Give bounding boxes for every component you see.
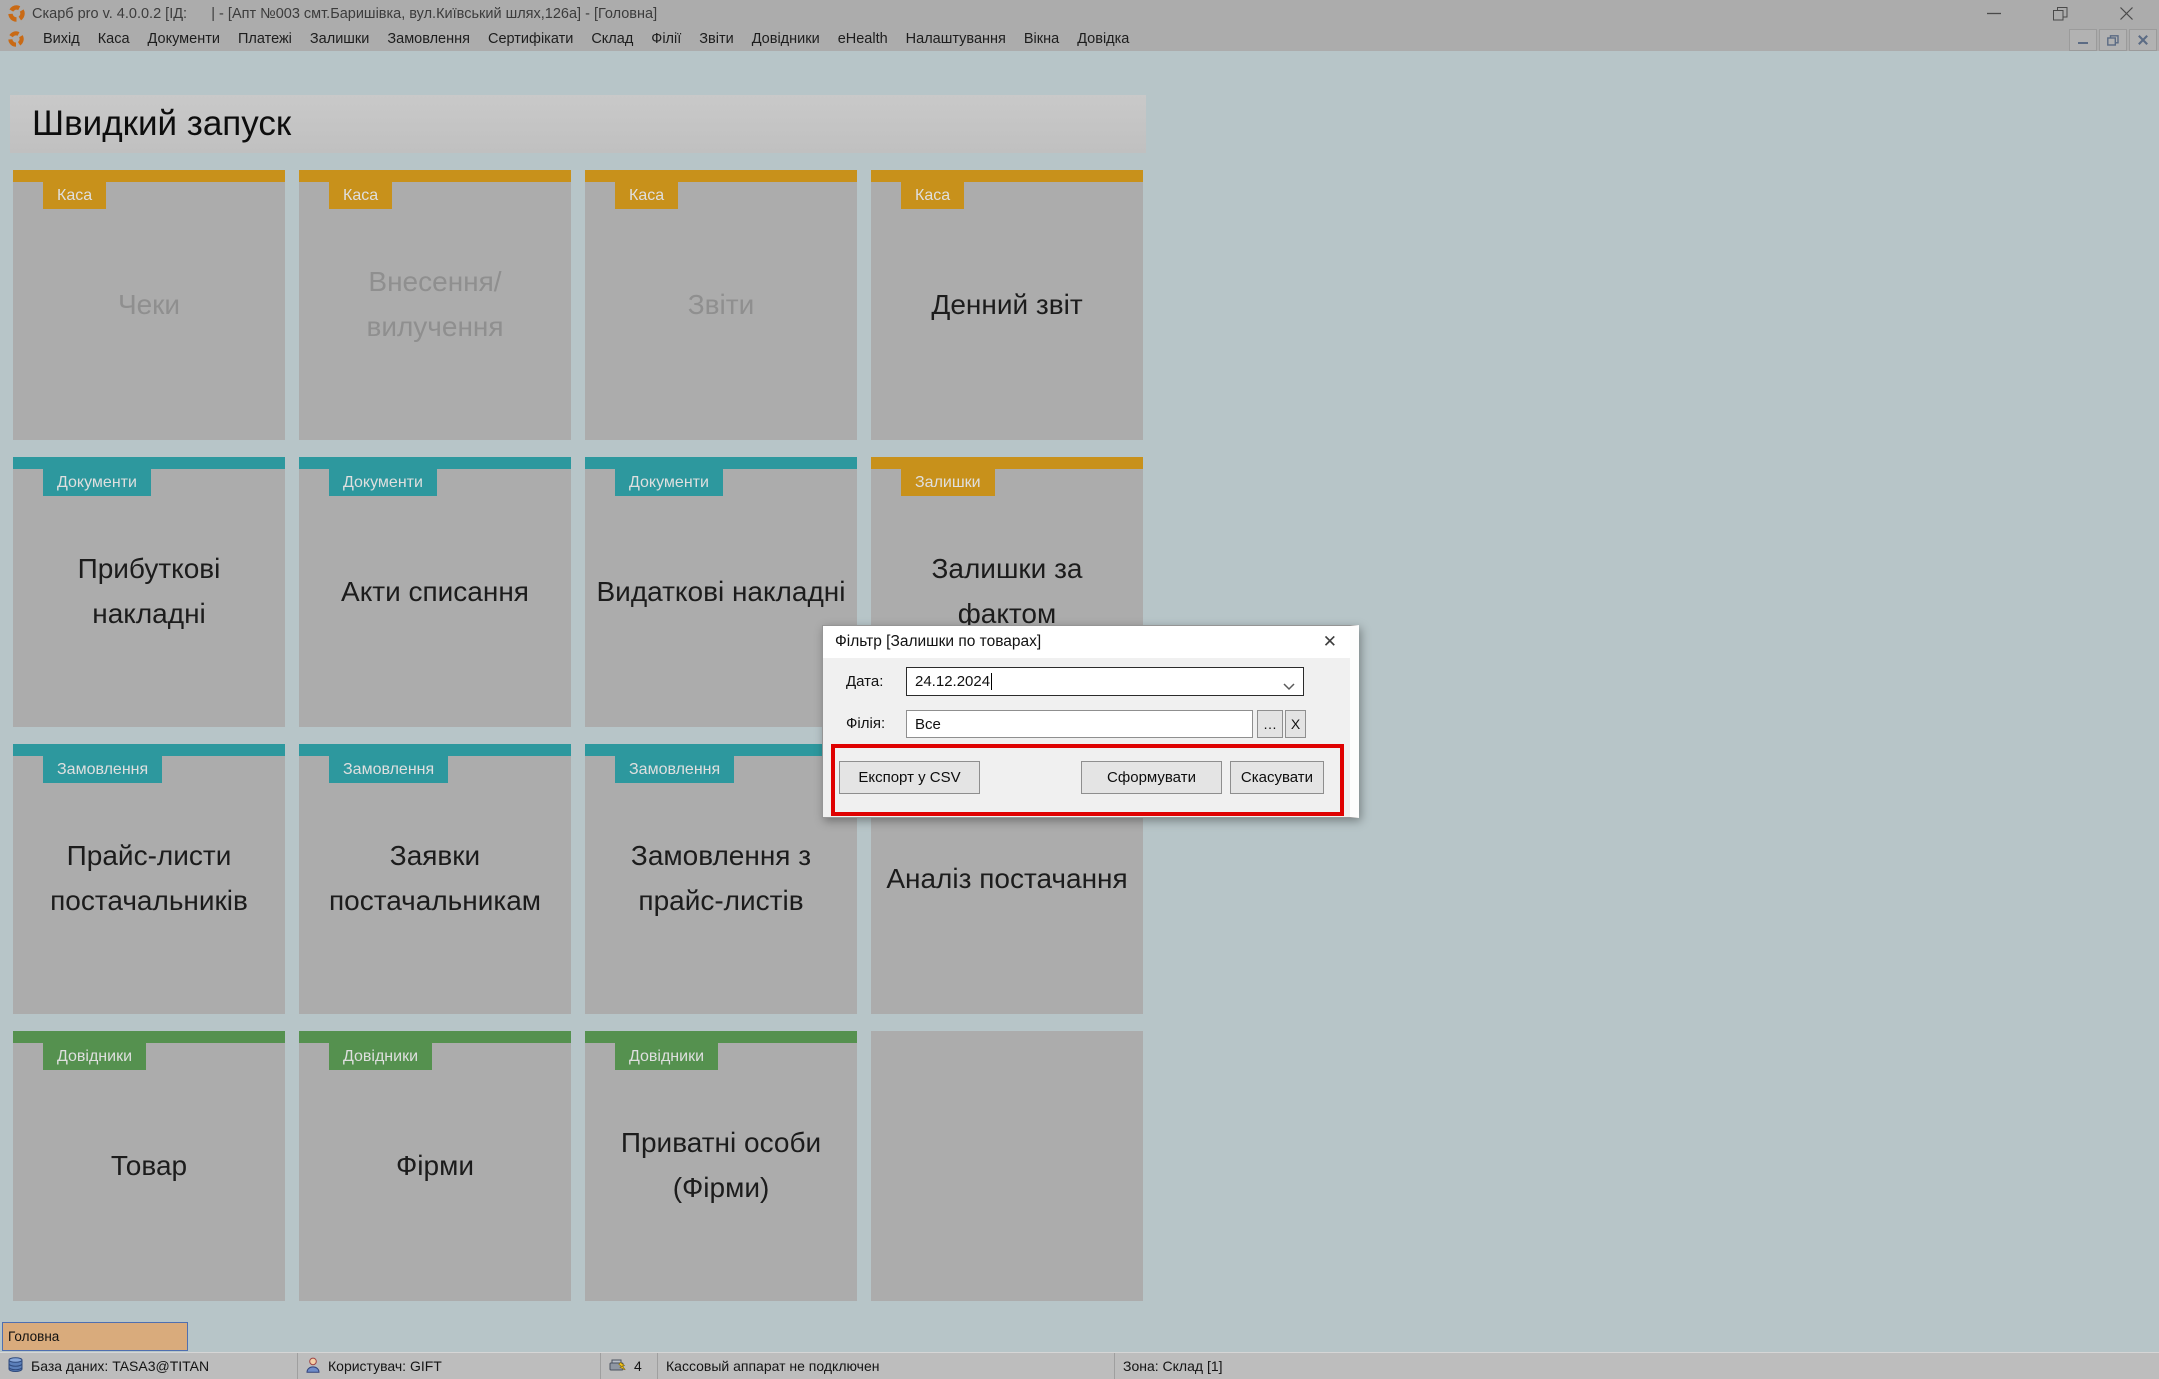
date-label: Дата: (846, 673, 884, 690)
chevron-down-icon[interactable] (1283, 678, 1295, 695)
branch-input[interactable]: Все (906, 710, 1253, 738)
status-register-message-text: Кассовый аппарат не подключен (666, 1358, 880, 1374)
menu-app-logo-icon (8, 31, 24, 47)
filter-dialog: Фільтр [Залишки по товарах] ✕ Дата: 24.1… (822, 625, 1359, 818)
app-logo-icon (8, 5, 25, 22)
status-zone-text: Зона: Склад [1] (1123, 1358, 1223, 1374)
status-database: База даних: TASA3@TITAN (0, 1353, 298, 1379)
tile-label: Видаткові накладні (596, 575, 846, 607)
quick-launch-tile-8[interactable]: Замовлення Прайс-листи постачальників (13, 744, 285, 1014)
menu-item-2[interactable]: Документи (139, 29, 229, 49)
dialog-close-icon[interactable]: ✕ (1323, 633, 1337, 650)
tile-label: Заявки постачальникам (328, 840, 542, 916)
status-user-text: Користувач: GIFT (328, 1358, 442, 1374)
menu-item-13[interactable]: Вікна (1015, 29, 1068, 49)
menu-item-12[interactable]: Налаштування (897, 29, 1015, 49)
cancel-button[interactable]: Скасувати (1230, 761, 1324, 794)
branch-clear-button[interactable]: X (1285, 710, 1306, 738)
menu-item-0[interactable]: Вихід (34, 29, 89, 49)
menu-item-9[interactable]: Звіти (690, 29, 742, 49)
window-title: Скарб pro v. 4.0.0.2 [ІД: | - [Апт №003 … (32, 5, 658, 22)
menu-item-7[interactable]: Склад (582, 29, 642, 49)
menu-item-3[interactable]: Платежі (229, 29, 301, 49)
tab-home[interactable]: Головна (2, 1322, 188, 1351)
quick-launch-tile-2[interactable]: Каса Звіти (585, 170, 857, 440)
tile-label: Чеки (117, 288, 181, 320)
menu-item-10[interactable]: Довідники (743, 29, 829, 49)
status-zone: Зона: Склад [1] (1115, 1353, 2159, 1379)
branch-browse-button[interactable]: … (1257, 710, 1283, 738)
status-database-text: База даних: TASA3@TITAN (31, 1358, 210, 1374)
quick-launch-tile-14[interactable]: Довідники Приватні особи (Фірми) (585, 1031, 857, 1301)
application-window: Скарб pro v. 4.0.0.2 [ІД: | - [Апт №003 … (0, 0, 2159, 1379)
quick-launch-tile-1[interactable]: Каса Внесення/вилучення (299, 170, 571, 440)
mdi-minimize-icon[interactable] (2069, 29, 2097, 51)
menu-item-4[interactable]: Залишки (301, 29, 378, 49)
status-user: Користувач: GIFT (298, 1353, 601, 1379)
tile-label: Прибуткові накладні (77, 553, 221, 629)
tile-label: Замовлення з прайс-листів (630, 840, 812, 916)
date-combobox[interactable]: 24.12.2024 (906, 667, 1304, 696)
tile-label: Фірми (396, 1149, 474, 1181)
status-register-count-text: 4 (634, 1358, 642, 1374)
menu-item-11[interactable]: eHealth (829, 29, 897, 49)
text-caret (991, 673, 993, 690)
tile-label: Прайс-листи постачальників (50, 840, 248, 916)
quick-launch-tile-4[interactable]: Документи Прибуткові накладні (13, 457, 285, 727)
menu-items: Вихід Каса Документи Платежі Залишки Замовлен… (34, 29, 1138, 49)
branch-value: Все (915, 715, 941, 733)
quick-launch-tile-5[interactable]: Документи Акти списання (299, 457, 571, 727)
generate-button[interactable]: Сформувати (1081, 761, 1222, 794)
mdi-close-icon[interactable] (2129, 29, 2157, 51)
user-icon (306, 1357, 320, 1376)
menu-bar: Вихід Каса Документи Платежі Залишки Замовлен… (0, 27, 2159, 51)
minimize-icon[interactable] (1961, 0, 2027, 27)
database-icon (8, 1356, 23, 1376)
dialog-title: Фільтр [Залишки по товарах] (823, 626, 1350, 658)
window-controls (1961, 0, 2159, 27)
branch-label: Філія: (846, 715, 886, 732)
tile-label: Товар (110, 1149, 188, 1181)
menu-item-6[interactable]: Сертифікати (479, 29, 582, 49)
quick-launch-tile-6[interactable]: Документи Видаткові накладні (585, 457, 857, 727)
menu-item-14[interactable]: Довідка (1068, 29, 1138, 49)
mdi-window-controls (2069, 29, 2157, 51)
quick-launch-tile-0[interactable]: Каса Чеки (13, 170, 285, 440)
menu-item-8[interactable]: Філії (642, 29, 690, 49)
menu-item-1[interactable]: Каса (89, 29, 139, 49)
quick-launch-tile-9[interactable]: Замовлення Заявки постачальникам (299, 744, 571, 1014)
export-csv-button[interactable]: Експорт у CSV (839, 761, 980, 794)
menu-item-5[interactable]: Замовлення (378, 29, 479, 49)
title-bar: Скарб pro v. 4.0.0.2 [ІД: | - [Апт №003 … (0, 0, 2159, 27)
quick-launch-tile-12[interactable]: Довідники Товар (13, 1031, 285, 1301)
quick-launch-tile-10[interactable]: Замовлення Замовлення з прайс-листів (585, 744, 857, 1014)
close-icon[interactable] (2093, 0, 2159, 27)
tile-label: Акти списання (341, 575, 529, 607)
quick-launch-tile-13[interactable]: Довідники Фірми (299, 1031, 571, 1301)
tile-label: Внесення/вилучення (366, 266, 504, 342)
page-title: Швидкий запуск (10, 95, 1146, 153)
date-value: 24.12.2024 (915, 673, 991, 690)
tile-label: Звіти (687, 288, 755, 320)
mdi-restore-icon[interactable] (2099, 29, 2127, 51)
status-register-message: Кассовый аппарат не подключен (658, 1353, 1115, 1379)
restore-icon[interactable] (2027, 0, 2093, 27)
empty-tile (871, 1031, 1143, 1301)
cash-register-icon (609, 1357, 626, 1376)
status-bar: База даних: TASA3@TITAN Користувач: GIFT… (0, 1352, 2159, 1379)
tile-label: Денний звіт (931, 288, 1083, 320)
tile-label: Приватні особи (Фірми) (620, 1127, 822, 1203)
status-register-count: 4 (601, 1353, 658, 1379)
quick-launch-tile-3[interactable]: Каса Денний звіт (871, 170, 1143, 440)
